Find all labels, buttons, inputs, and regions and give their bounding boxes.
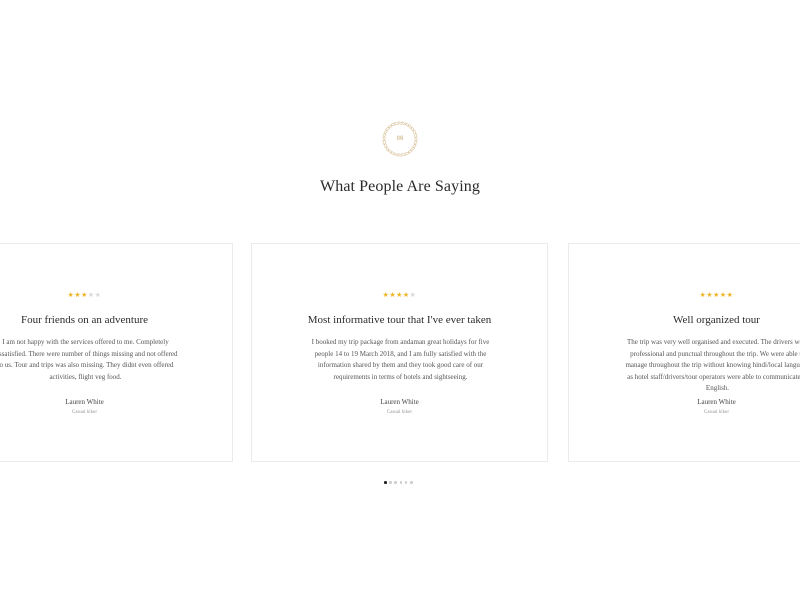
testimonial-author-role: Casual hiker	[386, 410, 413, 415]
testimonial-author: Lauren White	[697, 398, 736, 406]
star-filled-icon: ★	[389, 291, 397, 299]
star-filled-icon: ★	[396, 291, 403, 299]
testimonial-card: ★★★★★ Four friends on an adventure I am …	[0, 243, 233, 462]
star-filled-icon: ★	[706, 291, 714, 299]
testimonial-card: ★★★★★ Well organized tour The trip was v…	[568, 243, 800, 462]
section-title: What People Are Saying	[320, 178, 480, 195]
testimonial-title: Four friends on an adventure	[20, 314, 149, 326]
star-empty-icon: ★	[409, 291, 417, 299]
star-filled-icon: ★	[74, 291, 82, 299]
testimonial-carousel[interactable]: ★★★★★ Four friends on an adventure I am …	[0, 243, 800, 464]
testimonial-author-role: Casual hiker	[703, 410, 730, 415]
star-filled-icon: ★	[67, 291, 75, 299]
star-rating: ★★★★★	[569, 290, 800, 300]
testimonial-text: I am not happy with the services offered…	[0, 338, 178, 381]
star-filled-icon: ★	[719, 291, 727, 299]
testimonial-author: Lauren White	[380, 398, 419, 406]
star-filled-icon: ★	[713, 291, 720, 299]
carousel-dot[interactable]	[384, 481, 387, 484]
star-empty-icon: ★	[94, 291, 102, 299]
testimonial-text: I booked my trip package from andaman gr…	[311, 338, 490, 381]
carousel-dot[interactable]	[389, 481, 392, 484]
testimonial-card: ★★★★★ Most informative tour that I've ev…	[251, 243, 548, 462]
testimonial-title: Most informative tour that I've ever tak…	[307, 314, 492, 326]
testimonial-text: The trip was very well organised and exe…	[625, 338, 800, 393]
star-filled-icon: ★	[726, 291, 734, 299]
star-filled-icon: ★	[81, 291, 88, 299]
section-number: 06	[396, 136, 404, 142]
testimonial-author: Lauren White	[65, 398, 104, 406]
carousel-pagination	[384, 481, 413, 485]
star-rating: ★★★★★	[252, 290, 547, 300]
carousel-dot[interactable]	[399, 481, 403, 484]
carousel-dot[interactable]	[404, 481, 408, 484]
star-filled-icon: ★	[402, 291, 410, 299]
star-filled-icon: ★	[382, 291, 390, 299]
carousel-dot[interactable]	[409, 481, 413, 484]
testimonial-author-role: Casual hiker	[71, 410, 98, 415]
star-empty-icon: ★	[87, 291, 95, 299]
star-filled-icon: ★	[699, 291, 707, 299]
testimonial-title: Well organized tour	[673, 314, 760, 326]
section-number-badge: 06	[381, 120, 419, 158]
star-rating: ★★★★★	[0, 290, 232, 300]
carousel-dot[interactable]	[394, 481, 397, 484]
